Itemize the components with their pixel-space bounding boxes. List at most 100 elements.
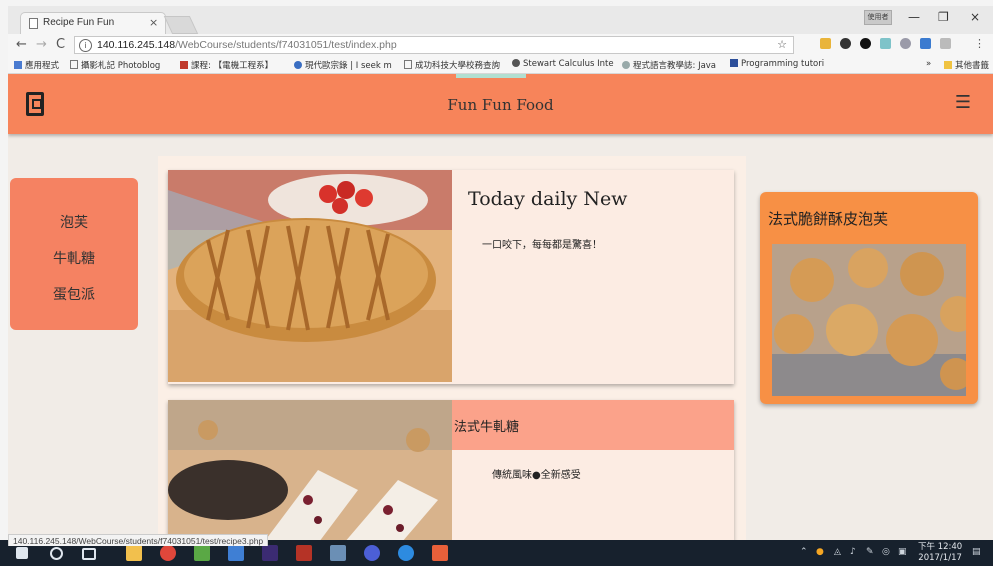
- app-icon[interactable]: [194, 545, 210, 561]
- bookmark-label: Programming tutori: [741, 59, 825, 69]
- url-text: 140.116.245.148/WebCourse/students/f7403…: [97, 39, 397, 51]
- bookmarks-overflow[interactable]: »: [926, 59, 931, 69]
- restore-button[interactable]: ❐: [938, 10, 949, 24]
- bookmark-item[interactable]: 攝影札記 Photoblog: [70, 59, 160, 71]
- profile-button[interactable]: 使用者: [864, 10, 892, 25]
- close-window-button[interactable]: ×: [970, 10, 980, 24]
- header-accent: [456, 74, 526, 78]
- site-header: Fun Fun Food ☰: [8, 74, 993, 134]
- tray-app-icon[interactable]: ●: [816, 547, 824, 557]
- bookmark-item[interactable]: Stewart Calculus Inte: [512, 59, 614, 69]
- site-icon: [622, 61, 630, 69]
- app-icon[interactable]: [364, 545, 380, 561]
- app-icon[interactable]: [432, 545, 448, 561]
- clock-date: 2017/1/17: [918, 553, 962, 563]
- app-icon[interactable]: [330, 545, 346, 561]
- bookmark-label: 攝影札記 Photoblog: [81, 61, 161, 71]
- windows-start-icon[interactable]: [16, 547, 28, 559]
- bookmarks-bar: 應用程式 攝影札記 Photoblog 課程: 【電機工程系】 現代歐宗錄 | …: [8, 56, 993, 74]
- app-icon[interactable]: [228, 545, 244, 561]
- featured-recipe-card[interactable]: 法式脆餅酥皮泡芙: [760, 192, 978, 404]
- bookmark-item[interactable]: 程式語言教學誌: Java: [622, 59, 716, 71]
- filezilla-icon[interactable]: [296, 545, 312, 561]
- sidebar-item-pie[interactable]: 蛋包派: [10, 284, 138, 304]
- card-title[interactable]: 法式牛軋糖: [454, 416, 519, 435]
- bookmark-label: 現代歐宗錄 | I seek m: [305, 61, 392, 71]
- browser-window: Recipe Fun Fun × 使用者 — ❐ × ← → C i 140.1…: [8, 6, 993, 566]
- url-host: 140.116.245.148: [97, 39, 176, 51]
- category-sidebar: 泡芙 牛軋糖 蛋包派: [10, 178, 138, 330]
- site-icon: [294, 61, 302, 69]
- tab-title: Recipe Fun Fun: [43, 17, 115, 28]
- extension-icon[interactable]: [880, 38, 891, 49]
- card-subtitle: 一口咬下，每每都是驚喜！: [482, 240, 602, 251]
- card-title[interactable]: Today daily New: [468, 188, 627, 210]
- tray-chevron-icon[interactable]: ⌃: [800, 547, 808, 557]
- back-button[interactable]: ←: [16, 37, 27, 52]
- bookmark-label: 其他書籤: [955, 61, 990, 71]
- extension-icon[interactable]: [900, 38, 911, 49]
- site-brand[interactable]: Fun Fun Food: [8, 96, 993, 114]
- chrome-icon[interactable]: [160, 545, 176, 561]
- pastry-photo[interactable]: [168, 170, 452, 382]
- bookmark-item[interactable]: 成功科技大學校務查詢: [404, 59, 500, 71]
- bookmark-label: 課程: 【電機工程系】: [191, 61, 274, 71]
- tab-close-icon[interactable]: ×: [149, 16, 158, 29]
- featured-title[interactable]: 法式脆餅酥皮泡芙: [768, 208, 888, 229]
- tab-strip: Recipe Fun Fun × 使用者 — ❐ ×: [8, 6, 993, 34]
- minimize-button[interactable]: —: [908, 10, 920, 24]
- folder-icon: [944, 61, 952, 69]
- address-bar[interactable]: i 140.116.245.148/WebCourse/students/f74…: [74, 36, 794, 54]
- apps-icon: [14, 61, 22, 69]
- site-icon: [512, 59, 520, 67]
- card-subtitle: 傳統風味●全新感受: [492, 470, 581, 481]
- bookmark-star-icon[interactable]: ☆: [777, 38, 787, 51]
- tray-icon[interactable]: ◎: [882, 547, 890, 557]
- status-bar-url: 140.116.245.148/WebCourse/students/f7403…: [8, 534, 269, 546]
- file-explorer-icon[interactable]: [126, 545, 142, 561]
- premiere-icon[interactable]: [262, 545, 278, 561]
- bookmark-item[interactable]: 課程: 【電機工程系】: [180, 59, 273, 71]
- sidebar-item-puff[interactable]: 泡芙: [10, 212, 138, 232]
- site-icon: [730, 59, 738, 67]
- sidebar-item-nougat[interactable]: 牛軋糖: [10, 248, 138, 268]
- tray-icon[interactable]: ✎: [866, 547, 874, 557]
- bookmark-item[interactable]: Programming tutori: [730, 59, 824, 69]
- browser-tab[interactable]: Recipe Fun Fun ×: [20, 12, 166, 34]
- extension-icon[interactable]: [940, 38, 951, 49]
- page-icon: [404, 60, 412, 69]
- bookmark-label: 應用程式: [25, 61, 60, 71]
- extension-icon[interactable]: [840, 38, 851, 49]
- browser-toolbar: ← → C i 140.116.245.148/WebCourse/studen…: [8, 34, 993, 56]
- info-icon[interactable]: i: [79, 39, 92, 52]
- hamburger-menu-icon[interactable]: ☰: [955, 92, 971, 113]
- task-view-icon[interactable]: [82, 548, 96, 560]
- url-path: /WebCourse/students/f74031051/test/index…: [175, 39, 397, 51]
- notifications-icon[interactable]: ▤: [972, 547, 981, 557]
- cream-puff-photo[interactable]: [772, 244, 966, 396]
- new-tab-button[interactable]: [163, 16, 199, 34]
- clock-time: 下午 12:40: [918, 542, 963, 552]
- nougat-photo[interactable]: [168, 400, 452, 546]
- bookmark-other[interactable]: 其他書籤: [944, 59, 989, 71]
- page-icon: [29, 18, 38, 29]
- recipe-card-nougat[interactable]: 法式牛軋糖 傳統風味●全新感受: [168, 400, 734, 546]
- bookmark-item[interactable]: 現代歐宗錄 | I seek m: [294, 59, 392, 71]
- reload-button[interactable]: C: [56, 37, 65, 52]
- forward-button[interactable]: →: [36, 37, 47, 52]
- bookmark-apps[interactable]: 應用程式: [14, 59, 59, 71]
- extension-icon[interactable]: [820, 38, 831, 49]
- recipe-card-daily[interactable]: Today daily New 一口咬下，每每都是驚喜！: [168, 170, 734, 384]
- tray-icon[interactable]: ◬: [834, 547, 841, 557]
- extension-icon[interactable]: [860, 38, 871, 49]
- volume-icon[interactable]: ♪: [850, 547, 856, 557]
- main-content: Today daily New 一口咬下，每每都是驚喜！ 法式牛軋糖 傳統風味●…: [158, 156, 746, 546]
- search-icon[interactable]: [50, 547, 63, 560]
- chrome-menu-icon[interactable]: ⋮: [974, 37, 985, 50]
- page-icon: [70, 60, 78, 69]
- keyboard-icon[interactable]: ▣: [898, 547, 907, 557]
- extension-icon[interactable]: [920, 38, 931, 49]
- bookmark-label: Stewart Calculus Inte: [523, 59, 614, 69]
- system-clock[interactable]: 下午 12:40 2017/1/17: [918, 542, 962, 564]
- app-icon[interactable]: [398, 545, 414, 561]
